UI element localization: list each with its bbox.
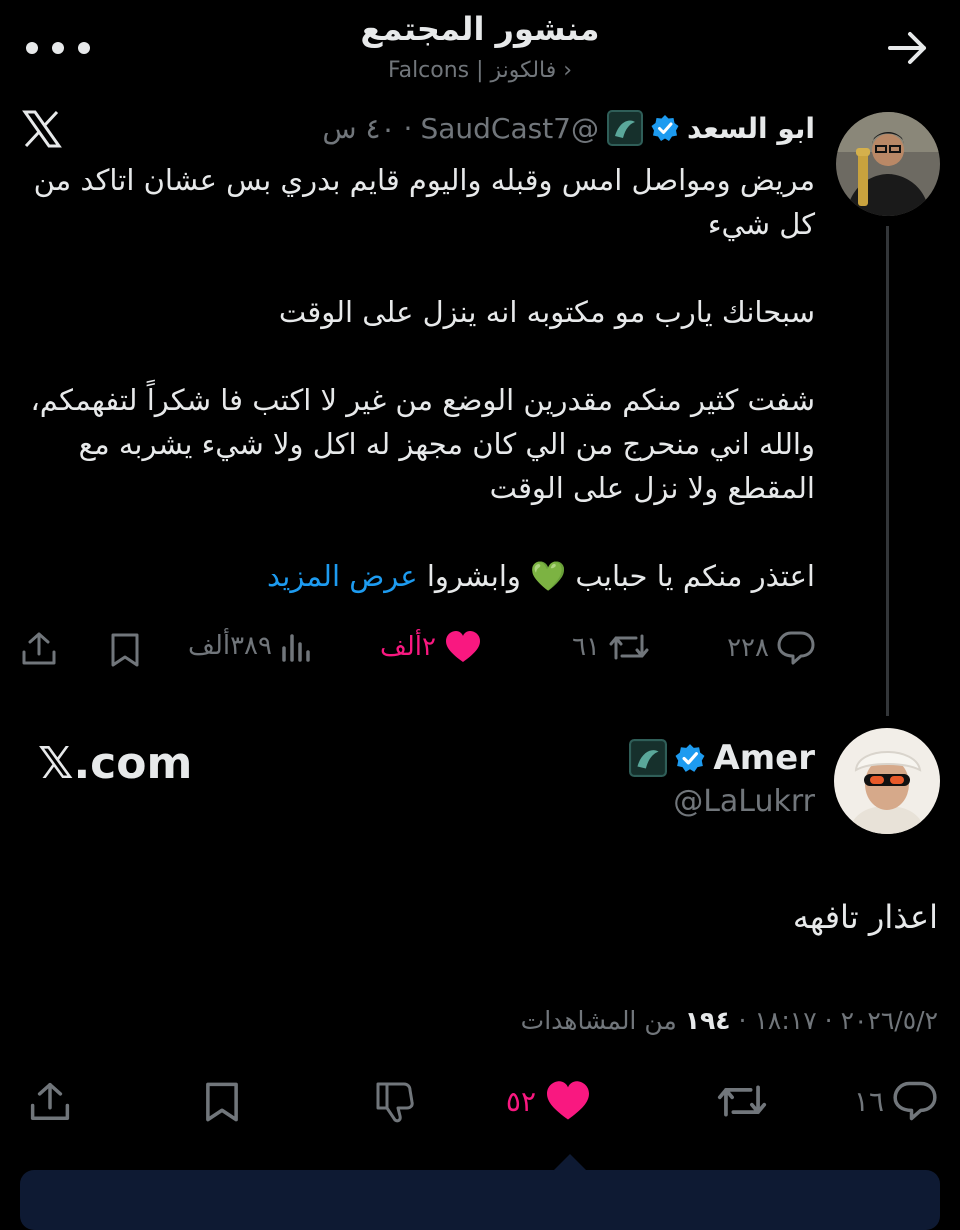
more-icon[interactable] bbox=[22, 30, 94, 66]
show-more-link[interactable]: عرض المزيد bbox=[267, 559, 418, 593]
reply-composer[interactable] bbox=[20, 1170, 940, 1230]
author-name[interactable]: Amer bbox=[713, 738, 815, 778]
author-handle[interactable]: @SaudCast7 bbox=[420, 112, 599, 145]
heart-icon bbox=[444, 630, 482, 664]
community-breadcrumb[interactable]: Falcons | فالكونز › bbox=[0, 58, 960, 83]
tweet-author-row: ابو السعد @SaudCast7 · ٤٠ س bbox=[322, 110, 815, 146]
verified-badge-icon bbox=[651, 114, 679, 142]
avatar[interactable] bbox=[834, 728, 940, 834]
tweet-paragraph: سبحانك يارب مو مكتوبه انه ينزل على الوقت bbox=[278, 295, 815, 329]
tweet-paragraph: اعتذر منكم يا حبايب 💚 وابشروا bbox=[426, 559, 815, 593]
heart-icon bbox=[544, 1080, 592, 1122]
separator: · bbox=[403, 111, 413, 145]
reply-count: ١٦ bbox=[853, 1084, 884, 1118]
reply-icon bbox=[777, 630, 815, 666]
community-badge-icon bbox=[629, 739, 668, 777]
reply-count: ٢٢٨ bbox=[727, 633, 769, 663]
like-button[interactable]: ٢ألف bbox=[380, 630, 482, 664]
retweet-icon bbox=[608, 630, 650, 664]
community-badge-icon bbox=[607, 110, 643, 146]
retweet-button[interactable]: ٦١ bbox=[572, 630, 650, 664]
bookmark-icon[interactable] bbox=[202, 1080, 242, 1124]
x-com-watermark: 𝕏.com bbox=[38, 738, 193, 789]
views-icon bbox=[280, 630, 312, 662]
views-button[interactable]: ٣٨٩ألف bbox=[188, 630, 312, 662]
reply-icon bbox=[892, 1080, 938, 1122]
verified-badge-icon bbox=[675, 743, 705, 773]
like-count: ٥٢ bbox=[505, 1084, 536, 1118]
page-title: منشور المجتمع bbox=[360, 10, 600, 48]
retweet-icon[interactable] bbox=[716, 1080, 768, 1122]
reply-button[interactable]: ١٦ bbox=[854, 1080, 938, 1122]
like-button[interactable]: ٥٢ bbox=[506, 1080, 592, 1122]
tweet-date: ٢٠٢٦/٥/٢ bbox=[840, 1006, 938, 1035]
tweet-paragraph: شفت كثير منكم مقدرين الوضع من غير لا اكت… bbox=[30, 383, 815, 505]
share-icon[interactable] bbox=[28, 1080, 72, 1124]
tweet-paragraph: مريض ومواصل امس وقبله واليوم قايم بدري ب… bbox=[33, 163, 815, 241]
retweet-count: ٦١ bbox=[572, 632, 600, 662]
tweet-body: اعذار تافهه bbox=[792, 898, 938, 936]
separator: · bbox=[824, 1006, 833, 1035]
views-label: من المشاهدات bbox=[520, 1006, 677, 1035]
dislike-icon[interactable] bbox=[372, 1080, 418, 1124]
author-name[interactable]: ابو السعد bbox=[687, 112, 815, 145]
reply-button[interactable]: ٢٢٨ bbox=[727, 630, 815, 666]
tweet-time: ١٨:١٧ bbox=[754, 1006, 817, 1035]
avatar[interactable] bbox=[836, 112, 940, 216]
bookmark-icon[interactable] bbox=[108, 632, 142, 668]
tweet-author-row: Amer bbox=[629, 738, 815, 778]
share-icon[interactable] bbox=[20, 630, 58, 668]
x-logo-icon bbox=[22, 110, 62, 148]
tweet-time[interactable]: ٤٠ س bbox=[322, 112, 395, 145]
tweet-body: مريض ومواصل امس وقبله واليوم قايم بدري ب… bbox=[15, 158, 815, 598]
author-handle[interactable]: @LaLukrr bbox=[673, 784, 815, 819]
tweet-meta: ٢٠٢٦/٥/٢ · ١٨:١٧ · ١٩٤ من المشاهدات bbox=[521, 1006, 938, 1035]
back-arrow-icon[interactable] bbox=[886, 28, 930, 68]
separator: · bbox=[738, 1006, 747, 1035]
views-count: ٣٨٩ألف bbox=[188, 631, 272, 661]
thread-line bbox=[886, 226, 889, 716]
views-count: ١٩٤ bbox=[684, 1006, 731, 1035]
like-count: ٢ألف bbox=[379, 632, 436, 662]
